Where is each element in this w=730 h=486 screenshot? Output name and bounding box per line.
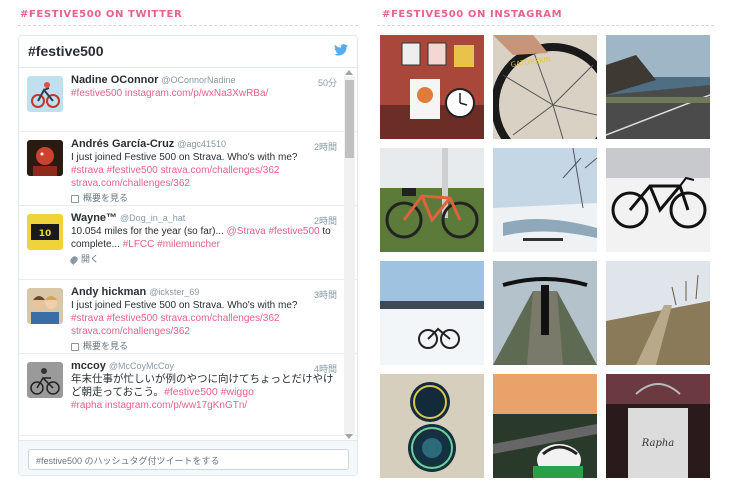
instagram-photo-snowy-river[interactable] [493,148,597,252]
instagram-photo-festive500-badges[interactable] [380,374,484,478]
tweet-links[interactable]: #strava #festive500 strava.com/challenge… [71,312,335,338]
tweet-text: I just joined Festive 500 on Strava. Who… [71,300,298,311]
instagram-section-title: #FESTIVE500 ON INSTAGRAM [382,9,563,20]
tweet-author-name[interactable]: Andrés García-Cruz [71,138,174,150]
compose-area: #festive500 のハッシュタグ付ツイートをする [19,440,357,475]
tweet-links[interactable]: #festive500 instagram.com/p/wxNa3XwRBa/ [71,87,335,100]
tweet-summary-link[interactable]: 概要を見る [71,340,335,353]
timeline-scrollbar-thumb[interactable] [345,80,354,158]
tweet-links[interactable]: #LFCC #milemuncher [123,239,220,250]
tweet-timestamp[interactable]: 2時間 [314,214,337,227]
tweet-open-link[interactable]: 開く [69,253,335,266]
instagram-photo-autumn-path[interactable] [606,261,710,365]
summary-icon [71,194,79,203]
avatar[interactable]: 10 [27,214,63,250]
tweet-timeline[interactable]: Nadine OConnor @OConnorNadine #festive500… [19,68,357,440]
widget-hashtag-title[interactable]: #festive500 [28,43,104,59]
tweet-author-handle[interactable]: @Dog_in_a_hat [120,213,185,223]
tweet-author-name[interactable]: mccoy [71,360,106,372]
tweet-text: I just joined Festive 500 on Strava. Who… [71,152,298,163]
instagram-photo-black-bike-snow[interactable] [606,148,710,252]
compose-tweet-input[interactable]: #festive500 のハッシュタグ付ツイートをする [28,449,349,470]
tweet-timestamp[interactable]: 3時間 [314,288,337,301]
location-pin-icon [69,254,79,265]
instagram-photo-coastal-road[interactable] [606,35,710,139]
tweet-author-handle[interactable]: @ickster_69 [149,287,199,297]
tweet-author-handle[interactable]: @OConnorNadine [161,75,235,85]
tweet-author-name[interactable]: Andy hickman [71,286,146,298]
avatar[interactable] [27,140,63,176]
tweet-inline-links[interactable]: #festive500 #wiggo [164,386,254,398]
tweet-timestamp[interactable]: 2時間 [314,140,337,153]
open-label: 開く [81,254,100,264]
instagram-photo-cyclist-helmet-sunset[interactable] [493,374,597,478]
instagram-photo-handlebars-snow-road[interactable] [493,261,597,365]
avatar[interactable] [27,76,63,112]
svg-text:Rapha: Rapha [641,438,675,449]
tweet-text: 10.054 miles for the year (so far)... [71,226,224,237]
scroll-down-arrow-icon[interactable] [345,434,353,439]
avatar[interactable] [27,362,63,398]
tweet-summary-link[interactable]: 概要を見る [71,192,335,205]
tweet-item[interactable]: Andrés García-Cruz @agc41510 I just joine… [19,132,357,206]
tweet-timestamp[interactable]: 4時間 [314,362,337,375]
instagram-photo-mugs-and-clock[interactable] [380,35,484,139]
tweet-author-name[interactable]: Nadine OConnor [71,74,158,86]
twitter-widget-header: #festive500 [19,36,357,68]
instagram-title-divider [377,25,714,26]
scroll-up-arrow-icon[interactable] [345,70,353,75]
avatar[interactable] [27,288,63,324]
instagram-photo-rapha-tote-bag[interactable]: Rapha [606,374,710,478]
tweet-text-block: 年末仕事が忙しいが例のやつに向けてちょっとだけやけど朝走っておこう。#festi… [71,373,335,399]
tweet-timestamp[interactable]: 50分 [318,76,337,89]
instagram-photo-orange-bike-grass[interactable] [380,148,484,252]
tweet-inline-links[interactable]: @Strava #festive500 [227,226,320,237]
tweet-item[interactable]: Nadine OConnor @OConnorNadine #festive500… [19,68,357,132]
tweet-author-handle[interactable]: @agc41510 [177,139,226,149]
instagram-photo-snowy-field-bike[interactable] [380,261,484,365]
summary-label: 概要を見る [83,341,129,351]
tweet-item[interactable]: mccoy @McCoyMcCoy 年末仕事が忙しいが例のやつに向けてちょっとだけ… [19,354,357,436]
tweet-author-handle[interactable]: @McCoyMcCoy [109,361,174,371]
summary-icon [71,342,79,351]
summary-label: 概要を見る [83,193,129,203]
tweet-author-name[interactable]: Wayne™ [71,212,117,224]
tweet-item[interactable]: Andy hickman @ickster_69 I just joined Fe… [19,280,357,354]
instagram-photo-tire-and-wheel[interactable]: GATORSKIN [493,35,597,139]
twitter-widget: #festive500 Nadine OConnor @OConnorNadine… [18,35,358,476]
tweet-links[interactable]: #rapha instagram.com/p/ww17gKnGTn/ [71,399,335,412]
svg-text:10: 10 [39,229,52,239]
tweet-text-block: 10.054 miles for the year (so far)... @S… [71,225,335,251]
twitter-section-title: #FESTIVE500 ON TWITTER [20,9,183,20]
twitter-title-divider [18,25,358,26]
tweet-item[interactable]: 10 Wayne™ @Dog_in_a_hat 10.054 miles for … [19,206,357,280]
tweet-links[interactable]: #strava #festive500 strava.com/challenge… [71,164,335,190]
twitter-bird-icon[interactable] [334,44,348,56]
